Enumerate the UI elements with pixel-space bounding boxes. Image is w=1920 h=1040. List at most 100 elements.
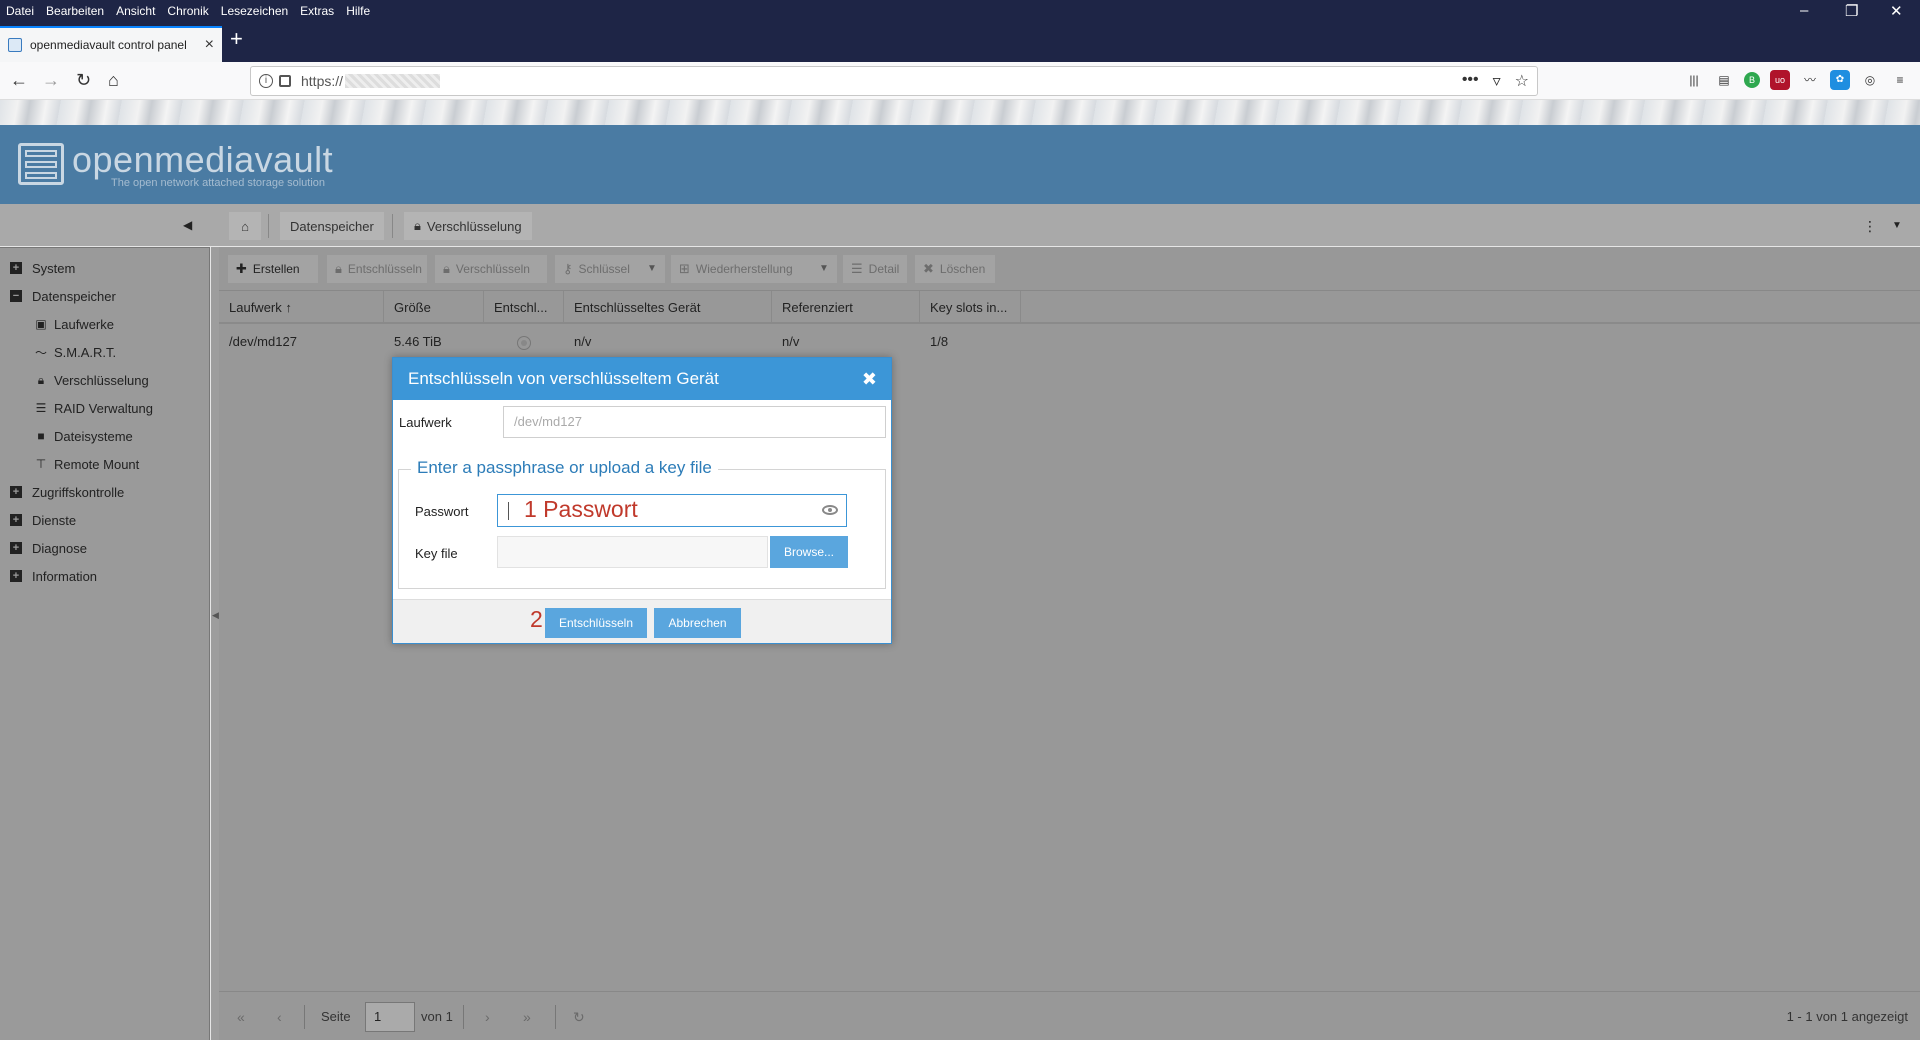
breadcrumb-page[interactable]: 🔒︎ Verschlüsselung <box>404 212 532 240</box>
pocket-icon[interactable]: ▿ <box>1493 71 1501 91</box>
home-icon: ⌂ <box>241 218 249 234</box>
expand-icon[interactable]: + <box>10 514 22 526</box>
sidebar-item-zugriffskontrolle[interactable]: + Zugriffskontrolle <box>10 480 124 504</box>
navigation-bar: ← → ↻ ⌂ i https:// ••• ▿ ☆ ||| ▤ B uo 〰 … <box>0 62 1920 100</box>
hamburger-menu-icon[interactable]: ≡ <box>1890 70 1910 90</box>
column-header-referenziert[interactable]: Referenziert <box>772 291 920 324</box>
decrypt-dialog: Entschlüsseln von verschlüsseltem Gerät … <box>392 357 892 644</box>
tab-title: openmediavault control panel <box>30 38 187 52</box>
menu-bearbeiten[interactable]: Bearbeiten <box>40 4 110 18</box>
step-2-annotation: 2 <box>530 606 543 632</box>
keyfile-input[interactable] <box>497 536 768 568</box>
url-bar[interactable]: i https:// ••• ▿ ☆ <box>250 66 1538 96</box>
restore-icon[interactable]: ❐ <box>1845 2 1858 20</box>
more-options-icon[interactable]: ⋮ <box>1858 212 1882 240</box>
pulse-icon: 〜 <box>34 345 47 360</box>
new-tab-icon[interactable]: + <box>230 28 243 50</box>
restore-button[interactable]: ⊞ Wiederherstellung <box>671 255 811 283</box>
window-close-icon[interactable]: ✕ <box>1890 2 1903 20</box>
site-info-icon[interactable]: i <box>259 74 273 88</box>
sidebar-item-raid[interactable]: ☰ RAID Verwaltung <box>34 396 153 420</box>
sidebar-item-system[interactable]: + System <box>10 256 75 280</box>
menu-lesezeichen[interactable]: Lesezeichen <box>215 4 294 18</box>
extension-chart-icon[interactable]: 〰 <box>1800 70 1820 90</box>
menu-chronik[interactable]: Chronik <box>161 4 214 18</box>
sidebar-item-laufwerke[interactable]: ▣ Laufwerke <box>34 312 114 336</box>
refresh-icon[interactable]: ↻ <box>573 1009 585 1026</box>
table-row[interactable]: /dev/md127 5.46 TiB n/v n/v 1/8 <box>219 326 1920 358</box>
delete-button[interactable]: ✖ Löschen <box>915 255 995 283</box>
page-actions-icon[interactable]: ••• <box>1462 71 1479 91</box>
expand-icon[interactable]: + <box>10 570 22 582</box>
dropdown-icon[interactable]: ▼ <box>1885 212 1909 240</box>
column-header-groesse[interactable]: Größe <box>384 291 484 324</box>
extension-blue-icon[interactable]: ✿ <box>1830 70 1850 90</box>
detail-button[interactable]: ☰ Detail <box>843 255 907 283</box>
sidebar-item-dateisysteme[interactable]: ■ Dateisysteme <box>34 424 132 448</box>
forward-icon[interactable]: → <box>42 70 60 90</box>
sidebar-item-diagnose[interactable]: + Diagnose <box>10 536 87 560</box>
menu-extras[interactable]: Extras <box>294 4 340 18</box>
extension-refresh-icon[interactable]: ◎ <box>1860 70 1880 90</box>
column-header-laufwerk[interactable]: Laufwerk ↑ <box>219 291 384 324</box>
sidebar-item-datenspeicher[interactable]: − Datenspeicher <box>10 284 116 308</box>
home-icon[interactable]: ⌂ <box>108 70 119 90</box>
key-button[interactable]: ⚷ Schlüssel <box>555 255 639 283</box>
insecure-lock-icon[interactable] <box>279 75 291 87</box>
minimize-icon[interactable]: – <box>1800 2 1808 19</box>
create-button[interactable]: ✚ Erstellen <box>228 255 318 283</box>
column-header-entschluesseltes-geraet[interactable]: Entschlüsseltes Gerät <box>564 291 772 324</box>
expand-icon[interactable]: + <box>10 262 22 274</box>
first-page-icon[interactable]: « <box>237 1009 245 1025</box>
sidebar-item-smart[interactable]: 〜 S.M.A.R.T. <box>34 340 116 364</box>
encrypt-button[interactable]: 🔒︎ Verschlüsseln <box>435 255 547 283</box>
sidebar-splitter[interactable]: ◀ <box>211 247 219 1040</box>
menu-datei[interactable]: Datei <box>0 4 40 18</box>
browse-button[interactable]: Browse... <box>770 536 848 568</box>
breadcrumb-home[interactable]: ⌂ <box>229 212 261 240</box>
sidebar-item-dienste[interactable]: + Dienste <box>10 508 76 532</box>
prev-page-icon[interactable]: ‹ <box>277 1009 282 1025</box>
column-header-key-slots[interactable]: Key slots in... <box>920 291 1021 324</box>
bookmark-star-icon[interactable]: ☆ <box>1515 71 1529 91</box>
extension-green-icon[interactable]: B <box>1744 72 1760 88</box>
sidebar-item-information[interactable]: + Information <box>10 564 97 588</box>
cancel-button[interactable]: Abbrechen <box>654 608 741 638</box>
key-dropdown-icon[interactable]: ▼ <box>639 255 665 283</box>
breadcrumb-section[interactable]: Datenspeicher <box>280 212 384 240</box>
expand-icon[interactable]: + <box>10 542 22 554</box>
grid-toolbar: ✚ Erstellen 🔒︎ Entschlüsseln 🔒︎ Verschlüsse… <box>219 247 1920 291</box>
dialog-close-icon[interactable]: ✖ <box>862 358 877 400</box>
expand-icon[interactable]: + <box>10 486 22 498</box>
folder-icon: ■ <box>37 429 45 443</box>
status-radio-icon <box>517 335 531 350</box>
restore-dropdown-icon[interactable]: ▼ <box>811 255 837 283</box>
device-field[interactable]: /dev/md127 <box>503 406 886 438</box>
sidebar-icon[interactable]: ▤ <box>1714 70 1734 90</box>
menu-hilfe[interactable]: Hilfe <box>340 4 376 18</box>
library-icon[interactable]: ||| <box>1684 70 1704 90</box>
next-page-icon[interactable]: › <box>485 1009 490 1025</box>
tab-close-icon[interactable]: × <box>205 36 214 54</box>
collapse-sidebar-icon[interactable]: ◀ <box>183 218 192 232</box>
splitter-grip-icon[interactable]: ◀ <box>212 610 219 621</box>
last-page-icon[interactable]: » <box>523 1009 531 1025</box>
decrypt-button[interactable]: 🔒︎ Entschlüsseln <box>327 255 427 283</box>
step-1-annotation: 1 Passwort <box>524 496 638 522</box>
browser-tab[interactable]: openmediavault control panel × <box>0 26 222 62</box>
show-password-eye-icon[interactable] <box>822 505 838 515</box>
tab-strip: openmediavault control panel × <box>0 22 1920 62</box>
sidebar-item-verschluesselung[interactable]: 🔒︎ Verschlüsselung <box>34 368 149 392</box>
device-label: Laufwerk <box>399 415 452 430</box>
sidebar-item-remote-mount[interactable]: ⊤ Remote Mount <box>34 452 140 476</box>
column-header-entschl[interactable]: Entschl... <box>484 291 564 324</box>
reload-icon[interactable]: ↻ <box>76 70 91 90</box>
page-number-input[interactable]: 1 <box>365 1002 415 1032</box>
key-icon: ⚷ <box>563 261 573 276</box>
menu-ansicht[interactable]: Ansicht <box>110 4 161 18</box>
decrypt-submit-button[interactable]: Entschlüsseln <box>545 608 647 638</box>
ublock-icon[interactable]: uo <box>1770 70 1790 90</box>
password-input[interactable]: 1 Passwort <box>497 494 847 527</box>
back-icon[interactable]: ← <box>10 70 28 90</box>
collapse-icon[interactable]: − <box>10 290 22 302</box>
